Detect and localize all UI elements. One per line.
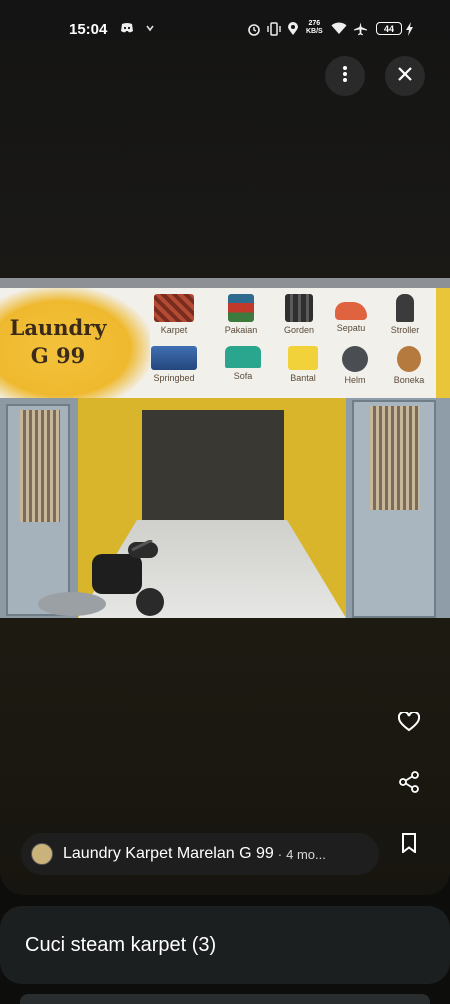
service-pakaian: Pakaian (212, 294, 270, 335)
brand-line-1: Laundry (9, 315, 107, 340)
bookmark-icon (401, 832, 417, 858)
banner-brand: Laundry G 99 (6, 314, 110, 370)
network-speed-value: 276 (308, 20, 321, 27)
store-banner: Laundry G 99 Karpet Pakaian Gorden Sepat… (0, 288, 436, 398)
discord-icon (120, 22, 134, 37)
service-label: Sofa (233, 371, 253, 381)
charging-icon (405, 22, 414, 39)
service-label: Springbed (153, 373, 195, 383)
battery-indicator: 44 (376, 22, 402, 35)
close-icon (398, 66, 412, 86)
save-bookmark-button[interactable] (392, 828, 426, 862)
parked-motorbike (38, 540, 164, 616)
like-button[interactable] (392, 707, 426, 741)
service-label: Gorden (283, 325, 315, 335)
photo-viewer: 15:04 276 KB/S 44 Laundry G 99 Karpet Pa… (0, 0, 450, 895)
place-info-chip[interactable]: Laundry Karpet Marelan G 99 · 4 mo... (21, 833, 379, 875)
service-gorden: Gorden (270, 294, 328, 335)
service-stroller: Stroller (376, 294, 434, 335)
more-vertical-icon (342, 65, 348, 88)
share-icon (399, 770, 419, 798)
service-label: Boneka (393, 375, 425, 385)
service-label: Bantal (290, 373, 316, 383)
location-icon (287, 22, 299, 39)
alarm-icon (247, 22, 261, 39)
brand-line-2: G 99 (30, 343, 86, 368)
service-boneka: Boneka (380, 346, 438, 385)
place-time-ago: 4 mo... (286, 846, 326, 862)
status-bar: 15:04 276 KB/S 44 (0, 0, 450, 60)
service-springbed: Springbed (145, 346, 203, 383)
network-speed-unit: KB/S (306, 28, 323, 35)
service-label: Helm (344, 375, 366, 385)
service-label: Stroller (390, 325, 420, 335)
service-label: Karpet (160, 325, 188, 335)
place-separator: · (277, 846, 283, 862)
right-folding-door (352, 400, 436, 618)
service-sofa: Sofa (214, 346, 272, 381)
next-card-peek (20, 994, 430, 1004)
place-name: Laundry Karpet Marelan G 99 (63, 845, 274, 862)
chevron-down-icon (145, 22, 155, 36)
status-time: 15:04 (69, 21, 108, 38)
network-speed: 276 KB/S (306, 20, 323, 36)
service-karpet: Karpet (145, 294, 203, 335)
laundry-storefront-photo[interactable]: Laundry G 99 Karpet Pakaian Gorden Sepat… (0, 278, 450, 618)
album-title: Cuci steam karpet (3) (25, 934, 217, 956)
heart-outline-icon (397, 710, 421, 737)
close-button[interactable] (385, 56, 425, 96)
vibrate-icon (267, 22, 281, 39)
service-label: Sepatu (336, 323, 366, 333)
place-thumbnail (31, 843, 53, 865)
more-options-button[interactable] (325, 56, 365, 96)
service-label: Pakaian (224, 325, 258, 335)
service-helm: Helm (326, 346, 384, 385)
airplane-icon (353, 22, 368, 39)
service-sepatu: Sepatu (322, 294, 380, 333)
wifi-icon (331, 22, 347, 38)
album-card[interactable]: Cuci steam karpet (3) (0, 906, 450, 984)
share-button[interactable] (392, 767, 426, 801)
interior-back-room (142, 410, 284, 530)
service-bantal: Bantal (274, 346, 332, 383)
